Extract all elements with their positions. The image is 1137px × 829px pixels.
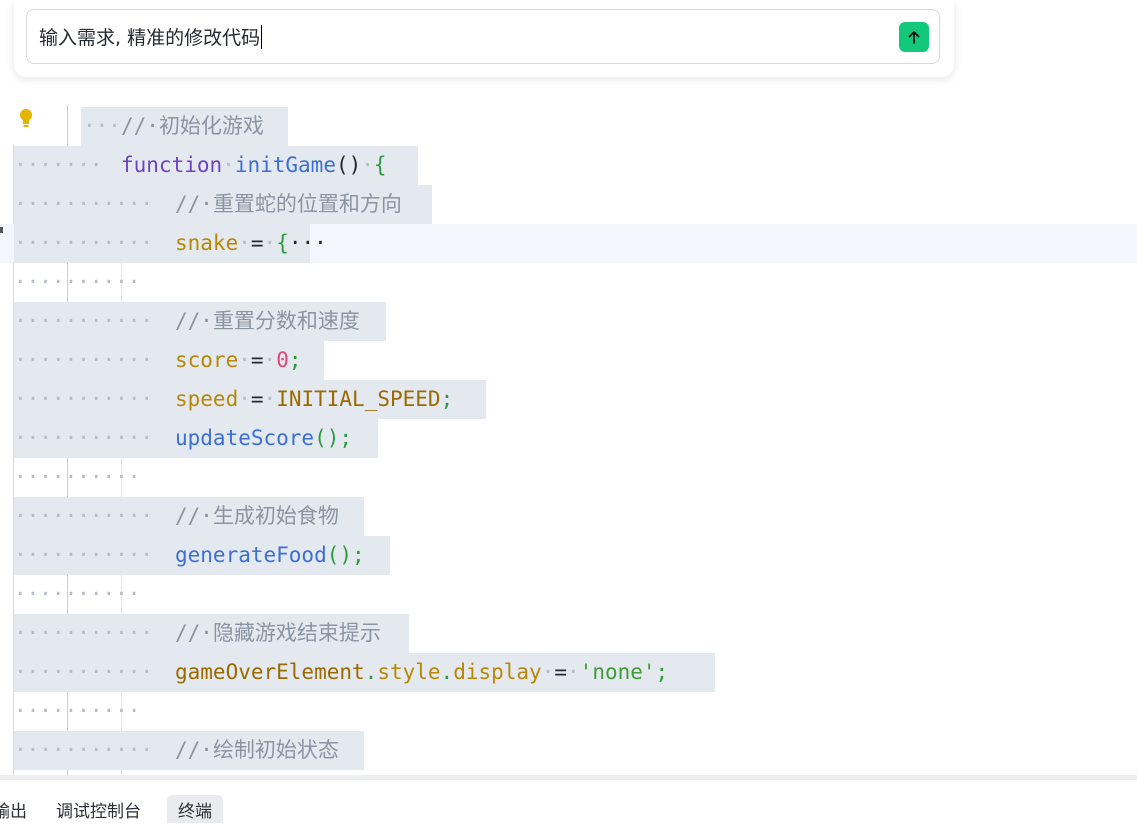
code-line: ··········· speed·=·INITIAL_SPEED; <box>0 380 1137 419</box>
code-line-blank: ·········· <box>14 582 141 606</box>
comment-text: 绘制初始状态 <box>212 738 339 762</box>
prompt-input[interactable]: 输入需求, 精准的修改代码 <box>26 9 940 64</box>
folded-ellipsis[interactable]: ··· <box>289 231 327 255</box>
comment-text: 生成初始食物 <box>212 504 339 528</box>
code-line: ··········· //·隐藏游戏结束提示 <box>0 614 1137 653</box>
code-line: ··········· //·绘制初始状态 <box>0 731 1137 770</box>
code-line: ··········· updateScore(); <box>0 419 1137 458</box>
code-line: ··········· gameOverElement.style.displa… <box>0 653 1137 692</box>
property: style <box>377 660 441 684</box>
text-caret <box>261 24 263 49</box>
code-line: ··········· //·生成初始食物 <box>0 497 1137 536</box>
code-line: ··········· //·重置分数和速度 <box>0 302 1137 341</box>
object-name: gameOverElement <box>175 660 365 684</box>
paren: () <box>335 153 362 177</box>
function-name: initGame <box>234 153 336 177</box>
code-line: ······· function·initGame()·{ <box>0 146 1137 185</box>
arrow-up-icon <box>908 31 920 44</box>
keyword: function <box>121 153 223 177</box>
constant: INITIAL_SPEED <box>276 387 441 411</box>
tab-terminal[interactable]: 终端 <box>167 795 223 823</box>
lightbulb-icon[interactable] <box>16 107 36 129</box>
call-parens: (); <box>326 543 365 567</box>
call-parens: (); <box>314 426 353 450</box>
property: display <box>453 660 542 684</box>
prompt-text: 输入需求, 精准的修改代码 <box>39 27 261 49</box>
code-line-active: ··········· snake·=·{··· <box>0 224 1137 263</box>
send-button[interactable] <box>899 22 929 52</box>
comment-text: 隐藏游戏结束提示 <box>212 621 381 645</box>
brace: { <box>276 231 289 255</box>
number-literal: 0 <box>276 348 289 372</box>
variable: speed <box>175 387 239 411</box>
variable: score <box>175 348 239 372</box>
comment-text: 重置蛇的位置和方向 <box>212 192 402 216</box>
comment-text: 重置分数和速度 <box>212 309 360 333</box>
variable: snake <box>175 231 239 255</box>
semicolon: ; <box>655 660 669 684</box>
code-line-blank: ·········· <box>14 465 141 489</box>
code-line-blank: ·········· <box>14 270 141 294</box>
code-editor[interactable]: ··· //·初始化游戏 ······· function·initGame()… <box>0 105 1137 775</box>
operator: = <box>250 387 264 411</box>
function-call: updateScore <box>175 426 315 450</box>
tab-output[interactable]: 输出 <box>0 795 38 823</box>
code-line: ··········· //·重置蛇的位置和方向 <box>0 185 1137 224</box>
bottom-panel: 输出 调试控制台 终端 <box>0 775 1137 823</box>
string-literal: 'none' <box>579 660 656 684</box>
code-line-blank: ·········· <box>14 699 141 723</box>
brace: { <box>373 153 387 177</box>
operator: = <box>250 348 264 372</box>
operator: = <box>250 231 264 255</box>
tab-debug-console[interactable]: 调试控制台 <box>45 795 152 823</box>
operator: = <box>554 660 568 684</box>
prompt-card: 输入需求, 精准的修改代码 <box>14 0 954 77</box>
function-call: generateFood <box>175 543 327 567</box>
semicolon: ; <box>288 348 302 372</box>
semicolon: ; <box>440 387 454 411</box>
code-line: ··········· score·=·0; <box>0 341 1137 380</box>
code-line: ··· //·初始化游戏 <box>0 107 1137 146</box>
code-line: ··········· generateFood(); <box>0 536 1137 575</box>
comment-text: 初始化游戏 <box>158 114 264 138</box>
fold-marker-icon[interactable] <box>0 227 3 233</box>
